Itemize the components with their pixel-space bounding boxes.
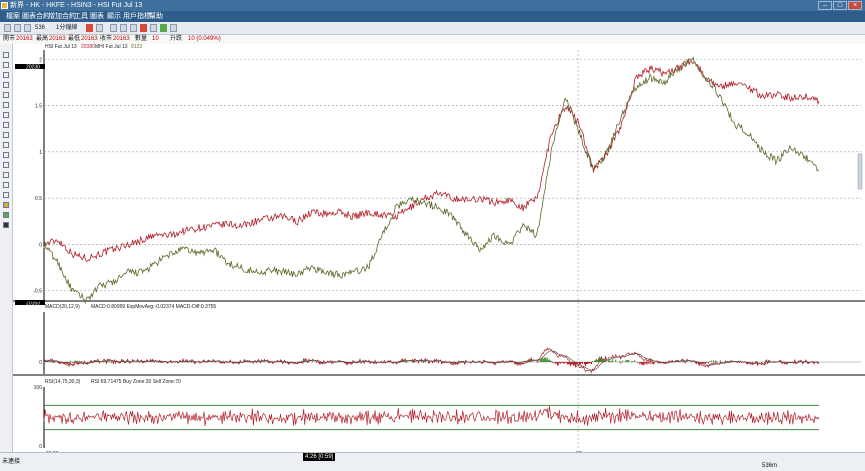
menu-item[interactable]: 用戶指標 bbox=[123, 11, 151, 22]
y-tick-label: 1.5 bbox=[35, 104, 42, 110]
settings-icon[interactable] bbox=[170, 24, 177, 32]
y-tick-label: 2 bbox=[39, 57, 42, 63]
arrow-tool-icon[interactable] bbox=[3, 152, 9, 158]
ray-tool-icon[interactable] bbox=[3, 92, 9, 98]
quote-value: 20163 bbox=[81, 36, 98, 42]
rsi-legend-title: RSI(14,75,30,3) bbox=[45, 379, 81, 385]
quote-label: 最低 bbox=[68, 36, 81, 42]
macd-legend-values: MACD:0.80999 ExpMovAvg:-0.02374 MACD-Dif… bbox=[91, 304, 216, 310]
title-bar: 新界 - HK - HKFE - HSIN3 - HSI Fut Jul 13 … bbox=[0, 0, 865, 11]
cursor-tool-icon[interactable] bbox=[3, 52, 9, 58]
hline-tool-icon[interactable] bbox=[3, 72, 9, 78]
menu-item[interactable]: 檔案 bbox=[6, 11, 20, 22]
close-button[interactable]: × bbox=[848, 1, 862, 10]
marker-tool-icon[interactable] bbox=[3, 212, 9, 218]
line-tool-icon[interactable] bbox=[3, 62, 9, 68]
main-legend-value1: 20380 bbox=[81, 44, 95, 50]
alert-icon[interactable] bbox=[86, 24, 93, 32]
main-legend-value2: 9123 bbox=[131, 44, 142, 50]
quote-value: 20163 bbox=[16, 36, 33, 42]
quote-bar: 開市 20163 最高 20163 最低 20163 收市 20163 數量 1… bbox=[0, 35, 865, 44]
indicator-icon[interactable] bbox=[110, 24, 117, 32]
quote-value: 20163 bbox=[113, 36, 130, 42]
price-box-top: 20230 bbox=[26, 65, 40, 71]
menu-bar: 檔案 圖表合約 增加合約 工具 圖表 顯示 用戶指標 幫助 bbox=[0, 11, 865, 22]
menu-item[interactable]: 顯示 bbox=[107, 11, 121, 22]
drawing-toolbar bbox=[0, 44, 13, 452]
toolbar: 536 1分鐘線 bbox=[0, 22, 865, 35]
main-legend-series2: MHI Fut Jul 13 bbox=[95, 44, 128, 50]
maximize-button[interactable]: □ bbox=[833, 1, 847, 10]
quote-value: 10 bbox=[152, 36, 159, 42]
zoom-selector[interactable]: 536 bbox=[35, 24, 45, 32]
new-icon[interactable] bbox=[4, 24, 11, 32]
rect-tool-icon[interactable] bbox=[3, 122, 9, 128]
chart-area[interactable]: 20230 20163 21.510.50-0.5 0 100009:0027 … bbox=[13, 44, 865, 456]
menu-item[interactable]: 工具 bbox=[74, 11, 88, 22]
status-bar: 未連接 4:26 [0:59] 536m bbox=[0, 452, 865, 471]
app-icon bbox=[1, 2, 8, 9]
quote-label: 收市 bbox=[100, 36, 113, 42]
window-title: 新界 - HK - HKFE - HSIN3 - HSI Fut Jul 13 bbox=[10, 2, 143, 9]
pencil-tool-icon[interactable] bbox=[3, 202, 9, 208]
print-icon[interactable] bbox=[150, 24, 157, 32]
quote-label: 升跌 bbox=[170, 36, 183, 42]
label-tool-icon[interactable] bbox=[3, 192, 9, 198]
ellipse-tool-icon[interactable] bbox=[3, 132, 9, 138]
zoom-in-icon[interactable] bbox=[120, 24, 127, 32]
stop-icon[interactable] bbox=[140, 24, 147, 32]
tool-icon[interactable] bbox=[96, 24, 103, 32]
channel-tool-icon[interactable] bbox=[3, 102, 9, 108]
rsi-legend-values: RSI:69.71475 Buy Zone:30 Sell Zone:70 bbox=[91, 379, 181, 385]
quote-label: 最高 bbox=[36, 36, 49, 42]
open-icon[interactable] bbox=[14, 24, 21, 32]
text-tool-icon[interactable] bbox=[3, 142, 9, 148]
pitchfork-tool-icon[interactable] bbox=[3, 172, 9, 178]
menu-item[interactable]: 幫助 bbox=[149, 11, 163, 22]
y-tick-label: -0.5 bbox=[33, 289, 42, 295]
rsi-y-tick: 0 bbox=[39, 444, 42, 450]
gann-tool-icon[interactable] bbox=[3, 162, 9, 168]
vline-tool-icon[interactable] bbox=[3, 82, 9, 88]
fib-tool-icon[interactable] bbox=[3, 112, 9, 118]
menu-item[interactable]: 增加合約 bbox=[48, 11, 76, 22]
minimize-button[interactable]: – bbox=[818, 1, 832, 10]
zoom-out-icon[interactable] bbox=[130, 24, 137, 32]
eraser-tool-icon[interactable] bbox=[3, 222, 9, 228]
timeframe-selector[interactable]: 1分鐘線 bbox=[56, 24, 77, 32]
quote-label: 開市 bbox=[3, 36, 16, 42]
quote-value: 20163 bbox=[49, 36, 66, 42]
y-tick-label: 0.5 bbox=[35, 196, 42, 202]
macd-y-tick: 0 bbox=[39, 360, 42, 366]
quote-label: 數量 bbox=[135, 36, 148, 42]
cycle-tool-icon[interactable] bbox=[3, 182, 9, 188]
refresh-icon[interactable] bbox=[160, 24, 167, 32]
status-time: 4:26 [0:59] bbox=[303, 453, 336, 461]
quote-value: 10 (0.049%) bbox=[188, 36, 221, 42]
save-icon[interactable] bbox=[24, 24, 31, 32]
y-tick-label: 1 bbox=[39, 150, 42, 156]
menu-item[interactable]: 圖表 bbox=[90, 11, 104, 22]
y-tick-label: 0 bbox=[39, 242, 42, 248]
rsi-y-tick: 100 bbox=[34, 385, 43, 391]
status-left: 未連接 bbox=[2, 459, 21, 465]
main-legend-series1: HSI Fut Jul 13 bbox=[45, 44, 77, 50]
menu-item[interactable]: 圖表合約 bbox=[22, 11, 50, 22]
macd-legend-title: MACD(20,12,9) bbox=[45, 304, 80, 310]
status-right: 536m bbox=[762, 463, 778, 469]
scrollbar-thumb[interactable] bbox=[857, 153, 863, 190]
